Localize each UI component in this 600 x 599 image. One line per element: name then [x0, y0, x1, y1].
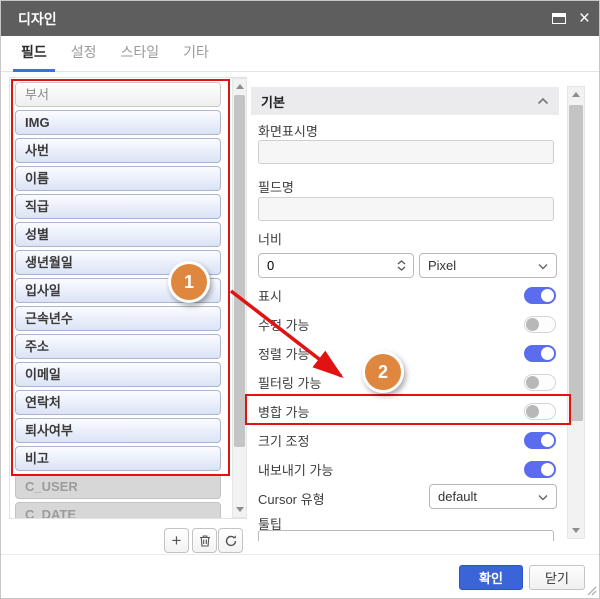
width-unit-value: Pixel: [428, 258, 456, 273]
toggle-row-mergeable: 병합 가능: [258, 402, 556, 420]
toggle-row-editable: 수정 가능: [258, 315, 556, 333]
field-list-scrollbar[interactable]: [232, 78, 247, 518]
scroll-down-icon[interactable]: [236, 507, 244, 512]
scroll-up-icon[interactable]: [572, 92, 580, 97]
add-field-button[interactable]: +: [164, 528, 189, 553]
field-item[interactable]: 근속년수: [15, 306, 221, 331]
exportable-toggle-label: 내보내기 가능: [258, 460, 333, 479]
width-input[interactable]: [259, 258, 379, 273]
filterable-toggle-label: 필터링 가능: [258, 373, 321, 392]
toggle-row-display: 표시: [258, 286, 556, 304]
mergeable-toggle-label: 병합 가능: [258, 402, 309, 421]
plus-icon: +: [172, 531, 182, 551]
tab-etc[interactable]: 기타: [175, 36, 217, 72]
field-item[interactable]: 이메일: [15, 362, 221, 387]
field-item[interactable]: 생년월일: [15, 250, 221, 275]
panel-scrollbar[interactable]: [567, 86, 585, 539]
scroll-thumb[interactable]: [569, 105, 583, 421]
editable-toggle-label: 수정 가능: [258, 315, 309, 334]
field-item[interactable]: 비고: [15, 446, 221, 471]
field-item[interactable]: 사번: [15, 138, 221, 163]
design-dialog: 디자인 × 필드 설정 스타일 기타 부서 IMG 사번 이름 직급 성별 생년…: [0, 0, 600, 599]
title-bar: 디자인 ×: [1, 1, 599, 36]
filterable-toggle[interactable]: [524, 374, 556, 391]
field-item[interactable]: 이름: [15, 166, 221, 191]
display-name-label: 화면표시명: [258, 121, 318, 140]
sortable-toggle-label: 정렬 가능: [258, 344, 309, 363]
section-title: 기본: [261, 92, 285, 111]
delete-field-button[interactable]: [192, 528, 217, 553]
field-name-label: 필드명: [258, 177, 294, 196]
close-button[interactable]: 닫기: [529, 565, 585, 590]
sortable-toggle[interactable]: [524, 345, 556, 362]
tab-settings[interactable]: 설정: [63, 36, 105, 72]
toggle-row-resizable: 크기 조정: [258, 431, 556, 449]
footer-divider: [1, 554, 599, 555]
scroll-up-icon[interactable]: [236, 84, 244, 89]
display-toggle-label: 표시: [258, 286, 282, 305]
field-item[interactable]: C_DATE: [15, 502, 221, 519]
field-name-input[interactable]: [258, 197, 554, 221]
toggle-row-filterable: 필터링 가능: [258, 373, 556, 391]
field-item[interactable]: C_USER: [15, 474, 221, 499]
field-item[interactable]: IMG: [15, 110, 221, 135]
field-item[interactable]: 입사일: [15, 278, 221, 303]
resize-grip[interactable]: [587, 586, 597, 596]
field-item[interactable]: 연락처: [15, 390, 221, 415]
display-name-input[interactable]: [258, 140, 554, 164]
refresh-fields-button[interactable]: [218, 528, 243, 553]
field-item[interactable]: 부서: [15, 82, 221, 107]
toggle-row-exportable: 내보내기 가능: [258, 460, 556, 478]
window-title: 디자인: [1, 9, 57, 29]
trash-icon: [198, 534, 212, 548]
refresh-icon: [224, 534, 238, 548]
close-icon[interactable]: ×: [576, 9, 593, 28]
scroll-thumb[interactable]: [234, 95, 245, 447]
exportable-toggle[interactable]: [524, 461, 556, 478]
field-item[interactable]: 주소: [15, 334, 221, 359]
cursor-type-value: default: [438, 489, 477, 504]
collapse-icon[interactable]: [537, 97, 549, 105]
spinner-up-icon[interactable]: [397, 260, 406, 265]
tab-bar: 필드 설정 스타일 기타: [1, 36, 599, 72]
cursor-type-label: Cursor 유형: [258, 489, 325, 508]
toggle-row-sortable: 정렬 가능: [258, 344, 556, 362]
field-item[interactable]: 성별: [15, 222, 221, 247]
chevron-down-icon: [538, 263, 548, 270]
width-stepper[interactable]: [258, 253, 414, 278]
field-list: 부서 IMG 사번 이름 직급 성별 생년월일 입사일 근속년수 주소 이메일 …: [9, 77, 247, 519]
resizable-toggle-label: 크기 조정: [258, 431, 309, 450]
spinner-down-icon[interactable]: [397, 266, 406, 271]
cursor-type-select[interactable]: default: [429, 484, 557, 509]
field-item[interactable]: 직급: [15, 194, 221, 219]
tooltip-input[interactable]: [258, 530, 554, 541]
width-label: 너비: [258, 229, 282, 248]
properties-panel: 기본 화면표시명 필드명 너비 Pixel 표시 수정 가능: [251, 85, 559, 541]
restore-window-icon[interactable]: [552, 13, 566, 24]
chevron-down-icon: [538, 494, 548, 501]
editable-toggle[interactable]: [524, 316, 556, 333]
ok-button[interactable]: 확인: [459, 565, 523, 590]
resizable-toggle[interactable]: [524, 432, 556, 449]
tab-style[interactable]: 스타일: [113, 36, 168, 72]
scroll-down-icon[interactable]: [572, 528, 580, 533]
width-unit-select[interactable]: Pixel: [419, 253, 557, 278]
field-item[interactable]: 퇴사여부: [15, 418, 221, 443]
mergeable-toggle[interactable]: [524, 403, 556, 420]
tab-fields[interactable]: 필드: [13, 36, 55, 72]
display-toggle[interactable]: [524, 287, 556, 304]
section-header-basic[interactable]: 기본: [251, 87, 559, 115]
